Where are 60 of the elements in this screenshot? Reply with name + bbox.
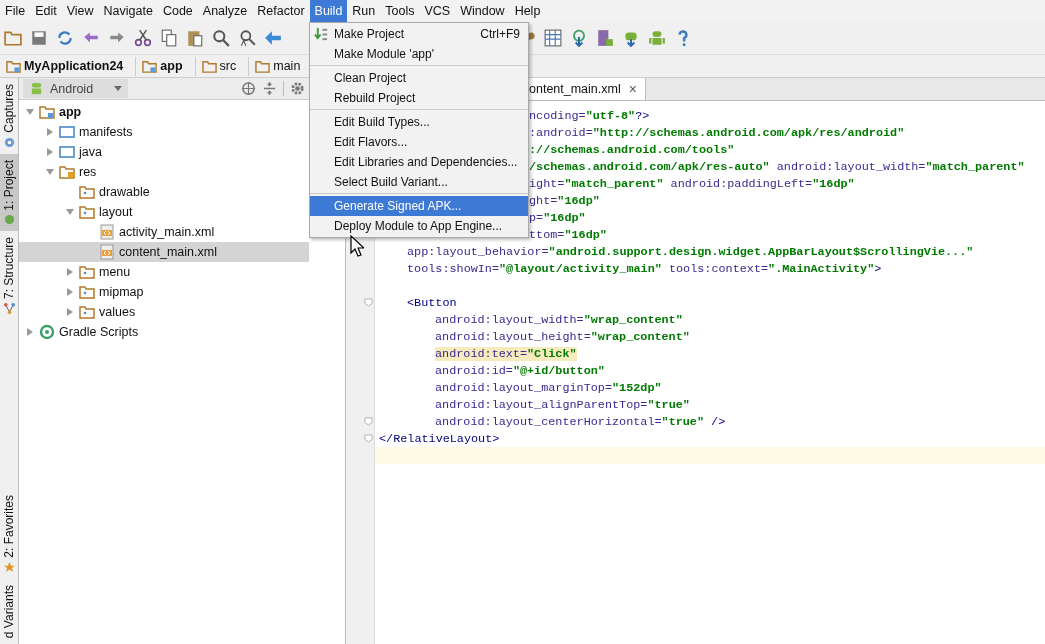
code-line: p="16dp" — [529, 210, 586, 225]
code-line: android:id="@+id/button" — [435, 363, 605, 378]
menubar-entry[interactable]: Analyze — [197, 0, 253, 22]
tool-window-tab[interactable]: 7: Structure — [0, 231, 18, 321]
menubar-entry[interactable]: Refactor — [252, 0, 310, 22]
code-line: ttom="16dp" — [529, 227, 607, 242]
tree-item[interactable]: values — [19, 302, 309, 322]
tool-window-tab[interactable]: 1: Project — [0, 153, 18, 232]
tree-item[interactable]: mipmap — [19, 282, 309, 302]
code-line: app:layout_behavior="android.support.design.widget.AppBarLayout$ScrollingVie..." — [407, 244, 974, 259]
menubar-entry[interactable]: VCS — [419, 0, 456, 22]
tree-item[interactable]: manifests — [19, 122, 309, 142]
menubar-entry[interactable]: View — [61, 0, 99, 22]
tool-window-tab[interactable]: d Variants — [0, 578, 18, 644]
build-option[interactable]: Select Build Variant... — [310, 172, 528, 192]
build-option[interactable]: Make Project Ctrl+F9 — [310, 24, 528, 44]
tool-window-tab[interactable]: 2: Favorites — [0, 489, 18, 579]
view-dropdown[interactable]: Android — [23, 79, 128, 98]
menubar-entry[interactable]: Edit — [30, 0, 62, 22]
menubar-entry[interactable]: Navigate — [98, 0, 158, 22]
code-line: android:layout_centerHorizontal="true" /> — [435, 414, 726, 429]
code-line: tools:showIn="@layout/activity_main" tools:context=".MainActivity"> — [407, 261, 882, 276]
tree-item[interactable]: layout — [19, 202, 309, 222]
code-line: /schemas.android.com/apk/res-auto" android:layout_width="match_parent" — [529, 159, 1025, 174]
menubar-entry[interactable]: Tools — [380, 0, 420, 22]
tree-item[interactable]: app — [19, 102, 309, 122]
code-line: ght="16dp" — [529, 193, 600, 208]
tree-item[interactable]: res — [19, 162, 309, 182]
breadcrumb[interactable]: src — [199, 56, 250, 76]
code-line: </RelativeLayout> — [379, 431, 500, 446]
code-line: android:layout_marginTop="152dp" — [435, 380, 662, 395]
code-line: :android="http://schemas.android.com/apk/res/android" — [529, 125, 905, 140]
tree-item[interactable]: drawable — [19, 182, 309, 202]
menubar-entry[interactable]: Code — [157, 0, 198, 22]
tree-item[interactable]: activity_main.xml — [19, 222, 309, 242]
code-line: ncoding="utf-8"?> — [529, 108, 650, 123]
breadcrumb[interactable]: MyApplication24 — [4, 56, 137, 76]
tree-item[interactable]: menu — [19, 262, 309, 282]
breadcrumb[interactable]: app — [140, 56, 196, 76]
tool-window-tab[interactable]: Captures — [0, 78, 18, 154]
code-line: android:layout_width="wrap_content" — [435, 312, 683, 327]
code-line: ight="match_parent" android:paddingLeft="16dp" — [529, 176, 855, 191]
tree-item[interactable]: Gradle Scripts — [19, 322, 309, 342]
build-option[interactable]: Edit Libraries and Dependencies... — [310, 152, 528, 172]
build-option[interactable]: Generate Signed APK... — [310, 196, 528, 216]
build-option[interactable]: Deploy Module to App Engine... — [310, 216, 528, 236]
menubar-entry[interactable]: Run — [347, 0, 381, 22]
menubar-entry[interactable]: Window — [455, 0, 510, 22]
menubar-entry[interactable]: Help — [509, 0, 546, 22]
code-line: android:layout_height="wrap_content" — [435, 329, 690, 344]
tree-item[interactable]: content_main.xml — [19, 242, 309, 262]
menubar-entry[interactable]: Build — [309, 0, 348, 22]
menubar-entry[interactable]: File — [0, 0, 31, 22]
code-line: <Button — [407, 295, 457, 310]
tree-item[interactable]: java — [19, 142, 309, 162]
close-tab-button[interactable]: × — [628, 81, 637, 97]
code-line: ://schemas.android.com/tools" — [529, 142, 735, 157]
build-option[interactable]: Edit Build Types... — [310, 112, 528, 132]
build-option[interactable]: Edit Flavors... — [310, 132, 528, 152]
code-line: android:layout_alignParentTop="true" — [435, 397, 690, 412]
